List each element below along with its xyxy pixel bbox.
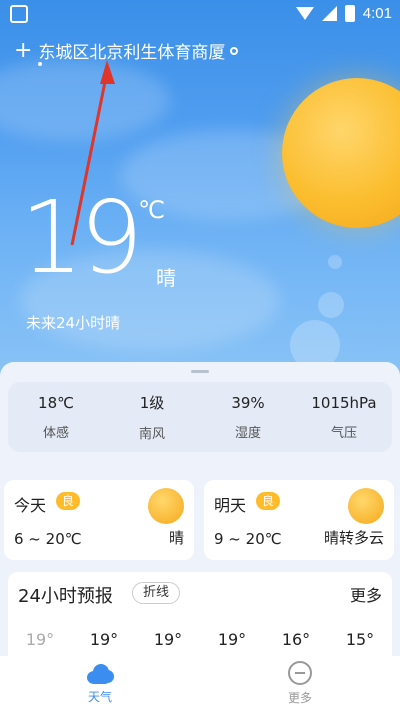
stat-pressure: 1015hPa 气压 (311, 393, 377, 441)
hourly-temps: 19° 19° 19° 19° 16° 15° (8, 630, 392, 649)
tab-weather[interactable]: 天气 (0, 656, 200, 711)
cloud-icon (85, 662, 115, 684)
tomorrow-card[interactable]: 明天 良 9 ~ 20℃ 晴转多云 (204, 480, 394, 560)
tab-more-label: 更多 (287, 691, 312, 705)
sun-icon (348, 488, 384, 524)
today-label: 今天 (14, 496, 47, 515)
hour-temp: 15° (345, 630, 375, 649)
more-link[interactable]: 更多 (350, 582, 382, 606)
air-quality-badge: 良 (56, 492, 81, 510)
tomorrow-label: 明天 (214, 496, 247, 515)
hour-temp: 19° (25, 630, 55, 649)
temperature-unit: ℃ (138, 196, 165, 224)
weather-stats: 18℃ 体感 1级 南风 39% 湿度 1015hPa 气压 (8, 382, 392, 452)
current-temperature: 19 (20, 179, 143, 296)
hourly-title: 24小时预报 (18, 586, 113, 607)
forecast-summary: 未来24小时晴 (26, 314, 121, 332)
stat-feels-like: 18℃ 体感 (38, 393, 74, 441)
current-condition: 晴 (156, 266, 176, 290)
stat-wind: 1级 南风 (138, 394, 165, 442)
details-panel: 18℃ 体感 1级 南风 39% 湿度 1015hPa 气压 今天 良 6 ~ … (0, 362, 400, 662)
hour-temp: 19° (217, 630, 247, 649)
tomorrow-range: 9 ~ 20℃ (214, 530, 282, 548)
hour-temp: 19° (89, 630, 119, 649)
today-range: 6 ~ 20℃ (14, 530, 82, 548)
sun-icon (148, 488, 184, 524)
today-card[interactable]: 今天 良 6 ~ 20℃ 晴 (4, 480, 194, 560)
hour-temp: 19° (153, 630, 183, 649)
tab-more[interactable]: 更多 (200, 656, 400, 711)
air-quality-badge: 良 (256, 492, 281, 510)
today-condition: 晴 (168, 529, 184, 547)
line-chart-toggle[interactable]: 折线 (132, 582, 181, 604)
bottom-tab-bar: 天气 更多 (0, 656, 400, 711)
tab-weather-label: 天气 (87, 690, 112, 704)
hour-temp: 16° (281, 630, 311, 649)
more-circle-icon (288, 661, 312, 685)
stat-humidity: 39% 湿度 (231, 393, 265, 441)
hourly-forecast: 24小时预报 折线 更多 19° 19° 19° 19° 16° 15° (8, 572, 392, 662)
tomorrow-condition: 晴转多云 (323, 529, 384, 547)
drag-handle[interactable] (191, 370, 209, 373)
